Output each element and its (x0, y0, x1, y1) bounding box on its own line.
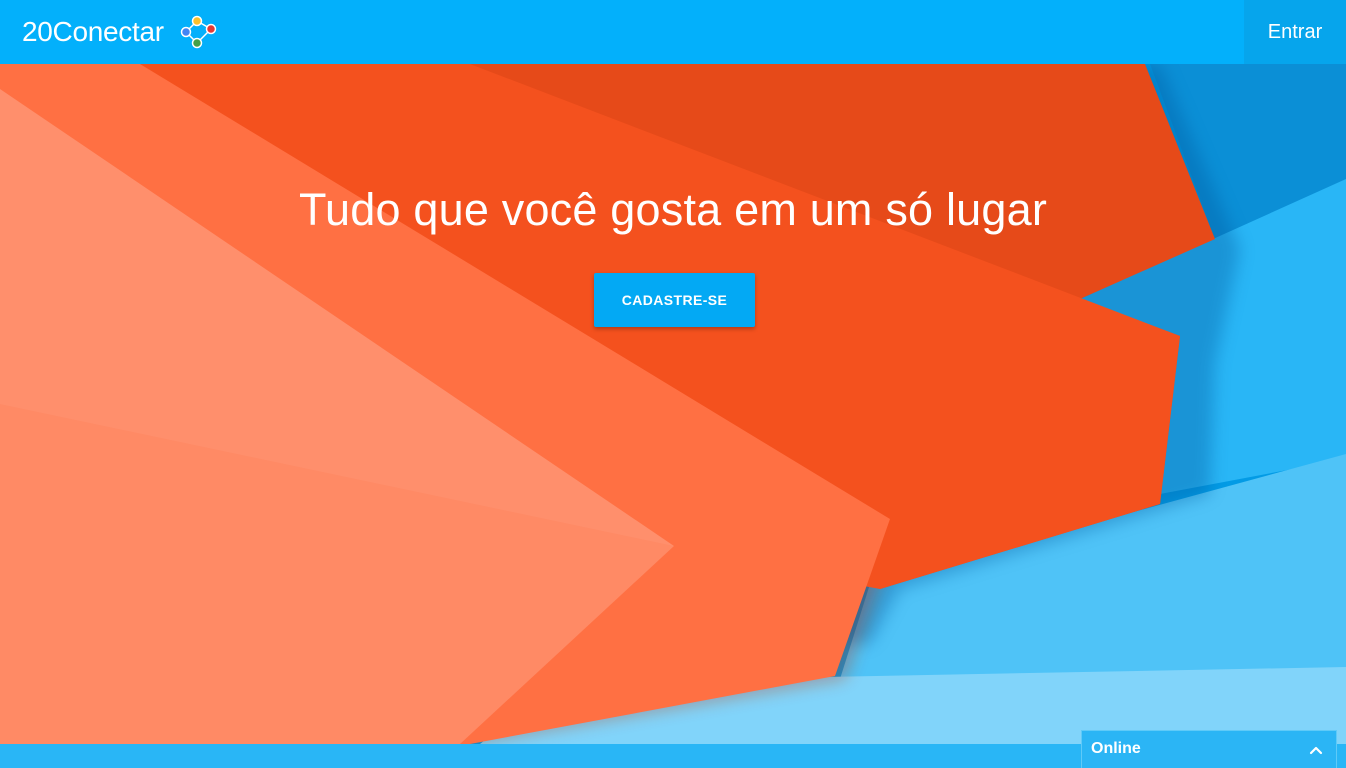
chevron-up-icon[interactable] (1308, 742, 1324, 758)
network-icon (180, 15, 217, 49)
logo-text: 20Conectar (22, 16, 164, 47)
landing-page: 20Conectar Entrar Tudo que você gosta em… (0, 0, 1346, 768)
logo-link[interactable]: 20Conectar (22, 0, 220, 64)
login-button[interactable]: Entrar (1244, 0, 1346, 64)
hero-section: Tudo que você gosta em um só lugar CADAS… (0, 64, 1346, 744)
hero-background (0, 64, 1346, 744)
chat-status-label: Online (1091, 740, 1141, 757)
hero-headline: Tudo que você gosta em um só lugar (298, 184, 1048, 235)
signup-button[interactable]: CADASTRE-SE (594, 273, 755, 327)
top-bar: 20Conectar Entrar (0, 0, 1346, 64)
chat-widget[interactable]: Online (1081, 730, 1337, 768)
